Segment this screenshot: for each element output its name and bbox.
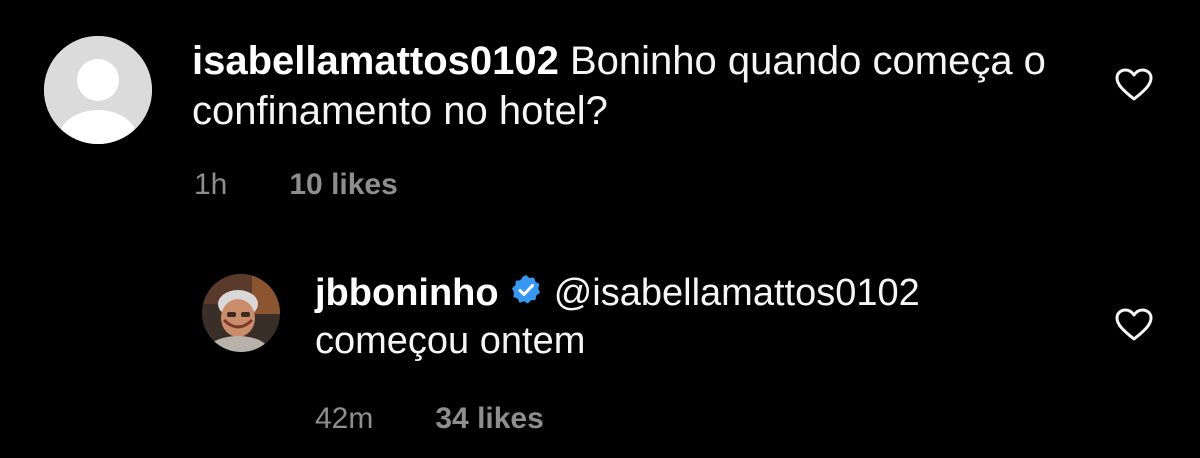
avatar[interactable]: [202, 274, 280, 352]
heart-icon: [1115, 308, 1153, 341]
comment-text: Boninho quando começa o: [570, 39, 1046, 83]
comment-text-line-2: confinamento no hotel?: [192, 89, 608, 133]
like-button[interactable]: [1115, 68, 1153, 107]
comment-body: isabellamattos0102 Boninho quando começa…: [192, 36, 1046, 202]
reply-timestamp: 42m: [315, 401, 374, 435]
comment-likes-count[interactable]: 10 likes: [289, 168, 397, 202]
avatar[interactable]: [44, 36, 152, 144]
reply-meta: 42m 34 likes: [315, 402, 920, 436]
reply-likes-count[interactable]: 34 likes: [435, 402, 543, 436]
default-avatar-icon: [44, 36, 152, 144]
reply-username[interactable]: jbboninho: [315, 272, 499, 314]
like-button[interactable]: [1115, 308, 1153, 347]
reply-item: jbboninho @isabellamattos0102 começou on…: [202, 272, 920, 436]
verified-badge-icon: [509, 272, 543, 318]
reply-body: jbboninho @isabellamattos0102 começou on…: [315, 270, 920, 436]
comment-item: isabellamattos0102 Boninho quando começa…: [44, 36, 1046, 202]
reply-text-line-1: jbboninho @isabellamattos0102: [315, 270, 920, 318]
comment-meta: 1h 10 likes: [192, 168, 1046, 202]
comment-username[interactable]: isabellamattos0102: [192, 39, 559, 83]
comment-timestamp: 1h: [194, 168, 228, 201]
comment-text-line-1: isabellamattos0102 Boninho quando começa…: [192, 36, 1046, 86]
reply-mention-link[interactable]: @isabellamattos0102: [554, 272, 920, 314]
heart-icon: [1115, 68, 1153, 101]
profile-photo: [202, 274, 280, 352]
reply-text: começou ontem: [315, 319, 586, 362]
